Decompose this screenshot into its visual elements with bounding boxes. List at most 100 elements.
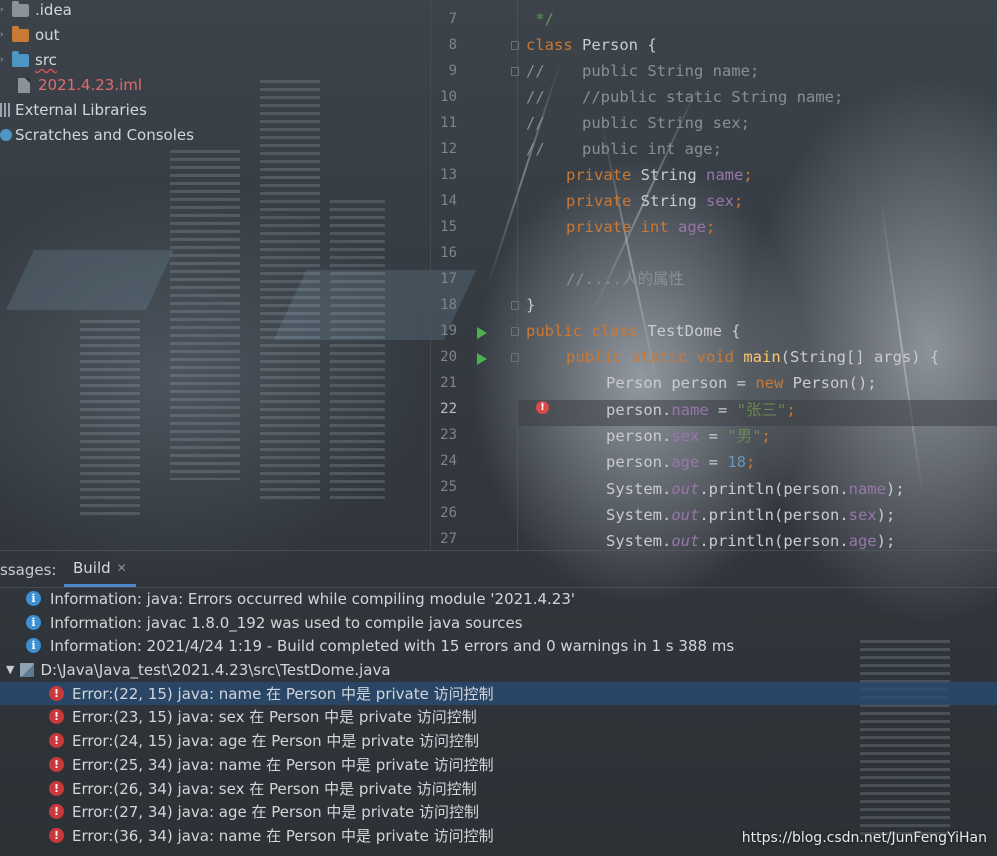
code-text: ; [746, 453, 756, 471]
code-line: public static void main(String[] args) { [566, 345, 939, 369]
build-tool-window: ssages: Build ✕ i Information: java: Err… [0, 550, 997, 856]
line-number: 24 [440, 453, 457, 469]
code-keyword: private [566, 166, 632, 184]
tree-item-label: src [35, 51, 57, 69]
code-text: .println(person. [699, 532, 849, 549]
line-number: 8 [448, 37, 457, 53]
error-text: Error:(36, 34) java: name 在 Person 中是 pr… [72, 827, 494, 845]
code-number: 18 [727, 453, 746, 471]
tree-item-out[interactable]: › out [0, 23, 60, 47]
code-text: ; [761, 427, 771, 445]
tab-messages[interactable]: ssages: [0, 561, 56, 579]
error-text: Error:(22, 15) java: name 在 Person 中是 pr… [72, 685, 494, 703]
code-field: sex [705, 192, 734, 210]
build-error-row[interactable]: ! Error:(26, 34) java: sex 在 Person 中是 p… [0, 777, 997, 800]
close-icon[interactable]: ✕ [117, 561, 127, 575]
code-line: private int age; [566, 215, 715, 239]
code-line: class Person { [526, 33, 657, 57]
tree-item-idea[interactable]: › .idea [0, 0, 72, 22]
code-string: "男" [727, 427, 762, 445]
line-number: 17 [440, 271, 457, 287]
code-line: // public String name; [526, 62, 760, 80]
message-text: Information: java: Errors occurred while… [50, 589, 576, 608]
chevron-right-icon[interactable]: › [0, 5, 12, 15]
tree-item-label: out [35, 26, 60, 44]
code-text: person. [606, 401, 672, 419]
tree-item-label: External Libraries [15, 101, 147, 119]
line-number: 19 [440, 323, 457, 339]
folder-icon [12, 0, 29, 17]
code-text: ; [733, 192, 744, 210]
code-line: //....人的属性 [566, 270, 684, 288]
watermark: https://blog.csdn.net/JunFengYiHan [741, 830, 987, 846]
error-icon: ! [49, 781, 64, 796]
build-error-row[interactable]: ! Error:(25, 34) java: name 在 Person 中是 … [0, 753, 997, 776]
build-message-info[interactable]: i Information: javac 1.8.0_192 was used … [0, 611, 997, 634]
code-line: } [526, 296, 536, 314]
build-error-row[interactable]: ! Error:(23, 15) java: sex 在 Person 中是 p… [0, 705, 997, 728]
code-static-field: out [671, 532, 700, 549]
line-number: 12 [440, 141, 457, 157]
error-text: Error:(26, 34) java: sex 在 Person 中是 pri… [72, 780, 477, 798]
code-field: name [848, 480, 886, 498]
chevron-right-icon[interactable]: › [0, 55, 12, 65]
info-icon: i [26, 615, 41, 630]
line-number: 15 [440, 219, 457, 235]
code-line: person.name = "张三"; [606, 398, 796, 422]
code-static-field: out [671, 506, 700, 524]
error-icon: ! [49, 757, 64, 772]
error-icon: ! [49, 828, 64, 843]
code-text: TestDome { [637, 322, 741, 340]
tree-item-iml[interactable]: 2021.4.23.iml [18, 73, 142, 97]
code-line: private String name; [566, 163, 753, 187]
tree-item-src[interactable]: › src [0, 48, 57, 72]
run-icon[interactable] [477, 327, 487, 339]
code-keyword: new [755, 374, 784, 392]
error-icon: ! [49, 733, 64, 748]
line-number: 25 [440, 479, 457, 495]
line-number: 18 [440, 297, 457, 313]
code-text: person. [606, 453, 672, 471]
tree-item-label: 2021.4.23.iml [38, 76, 143, 94]
file-path: D:\Java\Java_test\2021.4.23\src\TestDome… [40, 660, 391, 679]
error-icon: ! [49, 709, 64, 724]
code-text: = [708, 401, 737, 419]
build-message-info[interactable]: i Information: java: Errors occurred whi… [0, 587, 997, 610]
code-line: System.out.println(person.name); [606, 477, 905, 501]
code-text: person. [606, 427, 672, 445]
message-text: Information: javac 1.8.0_192 was used to… [50, 613, 523, 632]
library-icon [0, 103, 12, 117]
build-file-node[interactable]: ▼ D:\Java\Java_test\2021.4.23\src\TestDo… [0, 658, 997, 681]
code-line: // //public static String name; [526, 88, 844, 106]
line-number: 27 [440, 531, 457, 547]
code-text: String [631, 166, 706, 184]
code-line: person.sex = "男"; [606, 424, 771, 448]
code-line: // public String sex; [526, 114, 750, 132]
code-text: ); [876, 532, 896, 549]
tree-item-scratches[interactable]: Scratches and Consoles [0, 123, 194, 147]
code-line: */ [526, 10, 554, 28]
code-keyword: private [566, 218, 632, 236]
code-text: = [699, 453, 728, 471]
info-icon: i [26, 638, 41, 653]
info-icon: i [26, 591, 41, 606]
chevron-right-icon[interactable]: › [0, 30, 12, 40]
tree-item-external-libraries[interactable]: External Libraries [0, 98, 147, 122]
error-marker-icon[interactable]: ! [536, 401, 549, 414]
build-error-row-selected[interactable]: ! Error:(22, 15) java: name 在 Person 中是 … [0, 682, 997, 705]
code-editor[interactable]: 7 8 9 10 11 12 13 14 15 16 17 18 19 20 2… [430, 0, 997, 550]
code-line: // public int age; [526, 140, 722, 158]
chevron-down-icon[interactable]: ▼ [6, 663, 14, 676]
code-text: ); [885, 480, 905, 498]
line-number: 13 [440, 167, 457, 183]
tab-build[interactable]: Build ✕ [64, 551, 136, 587]
build-message-info[interactable]: i Information: 2021/4/24 1:19 - Build co… [0, 634, 997, 657]
build-error-row[interactable]: ! Error:(24, 15) java: age 在 Person 中是 p… [0, 729, 997, 752]
build-error-row[interactable]: ! Error:(27, 34) java: age 在 Person 中是 p… [0, 800, 997, 823]
line-number: 21 [440, 375, 457, 391]
run-icon[interactable] [477, 353, 487, 365]
code-line: person.age = 18; [606, 450, 755, 474]
java-file-icon [20, 662, 35, 677]
code-keyword: int [640, 218, 669, 236]
code-static-field: out [671, 480, 700, 498]
